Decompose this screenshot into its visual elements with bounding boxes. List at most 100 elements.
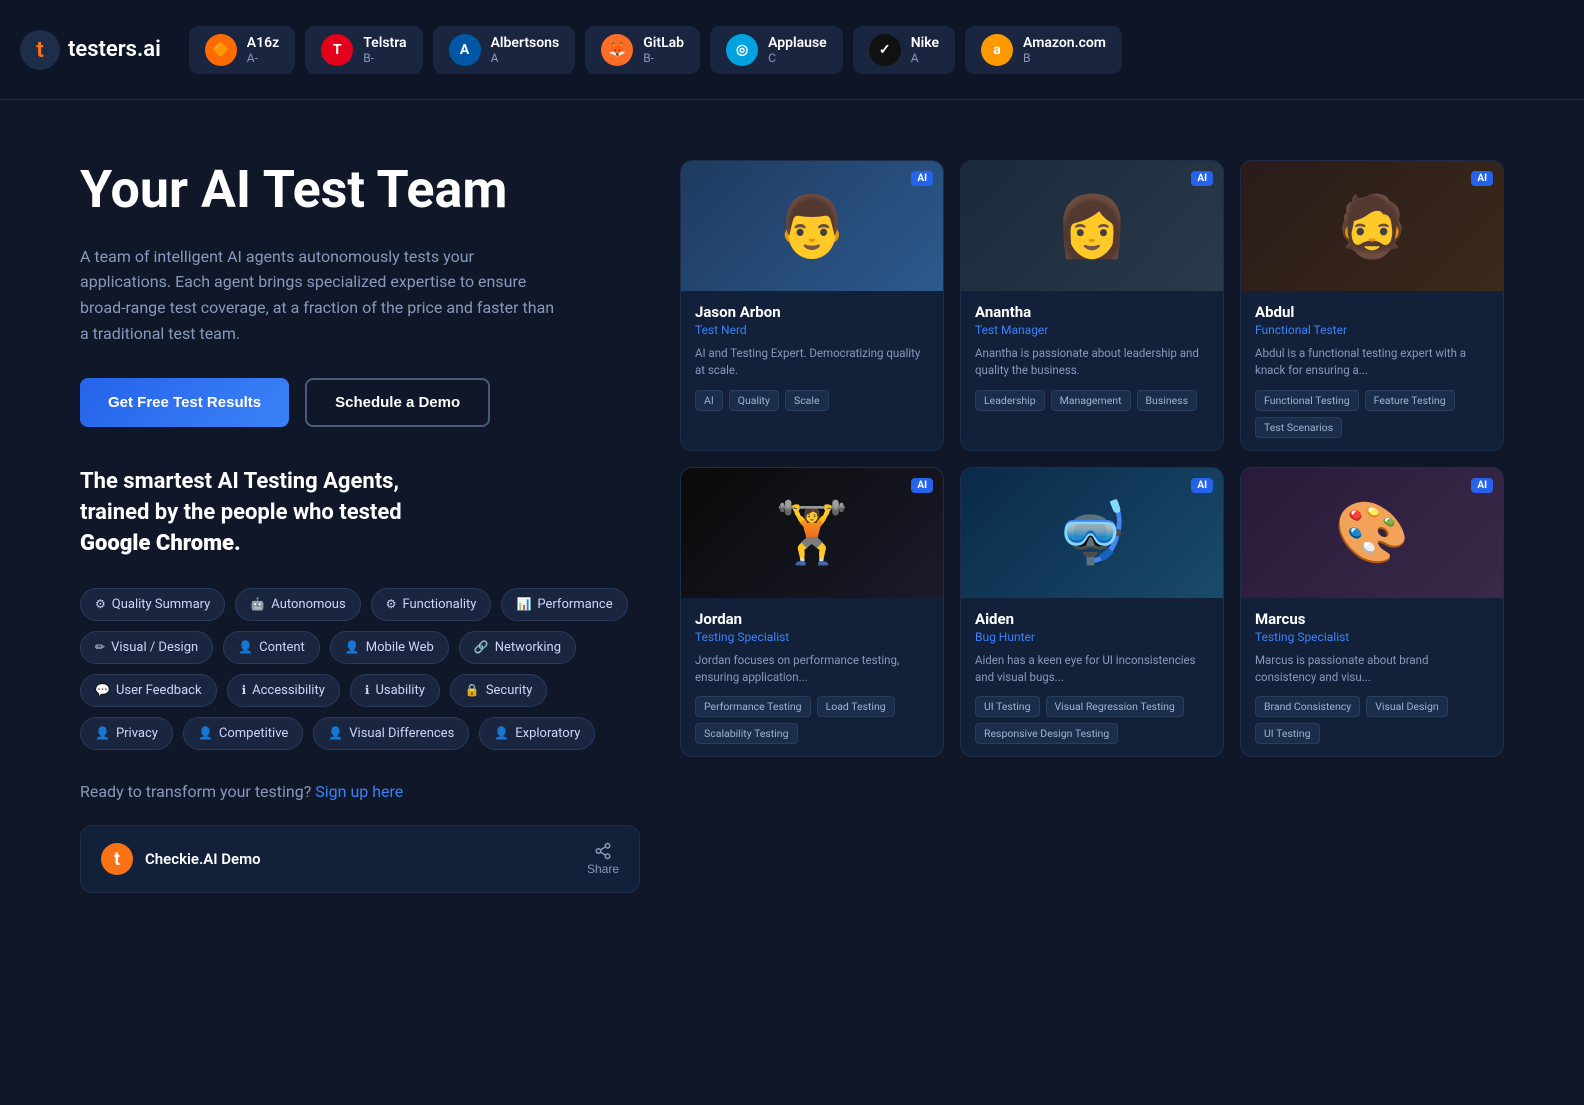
tag-quality-summary[interactable]: ⚙ Quality Summary [80, 588, 225, 621]
tag-icon: 👤 [198, 726, 213, 740]
agent-tag: Test Scenarios [1255, 417, 1342, 438]
company-icon: a [981, 34, 1013, 66]
tag-visual-differences[interactable]: 👤 Visual Differences [313, 717, 469, 750]
tag-label: Content [259, 640, 305, 655]
nav-company-gitlab[interactable]: 🦊 GitLab B- [585, 26, 700, 74]
tag-performance[interactable]: 📊 Performance [501, 588, 627, 621]
tag-autonomous[interactable]: 🤖 Autonomous [235, 588, 360, 621]
hero-title: Your AI Test Team [80, 160, 640, 220]
tag-icon: 👤 [328, 726, 343, 740]
tag-label: Visual / Design [111, 640, 198, 655]
checkie-logo-icon: t [101, 843, 133, 875]
nav-company-albertsons[interactable]: A Albertsons A [433, 26, 576, 74]
tag-content[interactable]: 👤 Content [223, 631, 320, 664]
tags-container: ⚙ Quality Summary 🤖 Autonomous ⚙ Functio… [80, 588, 640, 750]
agent-name: Marcus [1255, 610, 1489, 628]
company-name: Nike [911, 35, 939, 51]
video-box[interactable]: t Checkie.AI Demo Share [80, 825, 640, 893]
agent-tag: Visual Regression Testing [1046, 696, 1184, 717]
company-grade: B- [643, 51, 684, 65]
agent-card-abdul[interactable]: 🧔 AI Abdul Functional Tester Abdul is a … [1240, 160, 1504, 451]
agent-desc: Marcus is passionate about brand consist… [1255, 652, 1489, 687]
agent-tag: Business [1137, 390, 1198, 411]
nav-company-a16z[interactable]: 🔶 A16z A- [189, 26, 295, 74]
company-grade: C [768, 51, 827, 65]
agent-tags: Performance Testing Load Testing Scalabi… [695, 696, 929, 744]
agent-card-body: Abdul Functional Tester Abdul is a funct… [1241, 291, 1503, 450]
nav-company-amazon.com[interactable]: a Amazon.com B [965, 26, 1122, 74]
tag-icon: 🔗 [474, 640, 489, 654]
agent-avatar: 👨 [681, 161, 943, 291]
nav-company-applause[interactable]: ◎ Applause C [710, 26, 843, 74]
agent-card-body: Jordan Testing Specialist Jordan focuses… [681, 598, 943, 757]
agent-card-jason-arbon[interactable]: 👨 AI Jason Arbon Test Nerd AI and Testin… [680, 160, 944, 451]
schedule-demo-button[interactable]: Schedule a Demo [305, 378, 490, 427]
tag-security[interactable]: 🔒 Security [450, 674, 548, 707]
agent-tag: Scalability Testing [695, 723, 798, 744]
company-icon: ◎ [726, 34, 758, 66]
tag-label: Privacy [116, 726, 158, 741]
agent-tag: Responsive Design Testing [975, 723, 1118, 744]
tag-exploratory[interactable]: 👤 Exploratory [479, 717, 595, 750]
agent-desc: Anantha is passionate about leadership a… [975, 345, 1209, 380]
agent-tag: Management [1051, 390, 1131, 411]
company-grade: B- [363, 51, 406, 65]
cta-buttons: Get Free Test Results Schedule a Demo [80, 378, 640, 427]
logo[interactable]: t testers.ai [20, 30, 161, 70]
agent-card-body: Jason Arbon Test Nerd AI and Testing Exp… [681, 291, 943, 423]
company-icon: 🦊 [601, 34, 633, 66]
agent-card-aiden[interactable]: 🤿 AI Aiden Bug Hunter Aiden has a keen e… [960, 467, 1224, 758]
ai-badge: AI [1191, 478, 1213, 493]
company-list: 🔶 A16z A- T Telstra B- A Albertsons A 🦊 … [189, 26, 1122, 74]
tag-networking[interactable]: 🔗 Networking [459, 631, 576, 664]
agent-desc: Aiden has a keen eye for UI inconsistenc… [975, 652, 1209, 687]
agent-name: Aiden [975, 610, 1209, 628]
company-name: A16z [247, 35, 279, 51]
agent-tag: Brand Consistency [1255, 696, 1360, 717]
agent-tags: UI Testing Visual Regression Testing Res… [975, 696, 1209, 744]
company-icon: 🔶 [205, 34, 237, 66]
tag-icon: 👤 [95, 726, 110, 740]
agent-avatar: 🧔 [1241, 161, 1503, 291]
tag-label: Usability [375, 683, 424, 698]
share-button[interactable]: Share [587, 842, 619, 876]
company-grade: A [911, 51, 939, 65]
company-grade: A- [247, 51, 279, 65]
tag-competitive[interactable]: 👤 Competitive [183, 717, 303, 750]
tag-icon: ℹ [365, 683, 370, 697]
ai-badge: AI [1471, 478, 1493, 493]
tag-accessibility[interactable]: ℹ Accessibility [227, 674, 340, 707]
agent-role: Testing Specialist [695, 630, 929, 644]
hero-description: A team of intelligent AI agents autonomo… [80, 244, 560, 346]
agent-card-jordan[interactable]: 🏋 AI Jordan Testing Specialist Jordan fo… [680, 467, 944, 758]
bottom-row-partial [680, 773, 1504, 793]
tag-user-feedback[interactable]: 💬 User Feedback [80, 674, 217, 707]
tag-icon: ℹ [242, 683, 247, 697]
agent-desc: AI and Testing Expert. Democratizing qua… [695, 345, 929, 380]
cta-bottom: Ready to transform your testing? Sign up… [80, 782, 640, 801]
tag-privacy[interactable]: 👤 Privacy [80, 717, 173, 750]
nav-company-telstra[interactable]: T Telstra B- [305, 26, 422, 74]
agent-card-body: Anantha Test Manager Anantha is passiona… [961, 291, 1223, 423]
agent-tag: UI Testing [1255, 723, 1320, 744]
tag-icon: 💬 [95, 683, 110, 697]
tag-functionality[interactable]: ⚙ Functionality [371, 588, 492, 621]
agent-tag: UI Testing [975, 696, 1040, 717]
company-name: Amazon.com [1023, 35, 1106, 51]
company-icon: T [321, 34, 353, 66]
tag-visual---design[interactable]: ✏ Visual / Design [80, 631, 213, 664]
tag-usability[interactable]: ℹ Usability [350, 674, 440, 707]
agent-card-body: Aiden Bug Hunter Aiden has a keen eye fo… [961, 598, 1223, 757]
company-grade: B [1023, 51, 1106, 65]
company-name: GitLab [643, 35, 684, 51]
tag-label: Exploratory [515, 726, 580, 741]
nav-company-nike[interactable]: ✓ Nike A [853, 26, 955, 74]
tag-mobile-web[interactable]: 👤 Mobile Web [330, 631, 449, 664]
agent-name: Anantha [975, 303, 1209, 321]
ai-badge: AI [911, 171, 933, 186]
signup-link[interactable]: Sign up here [315, 782, 403, 801]
agent-card-marcus[interactable]: 🎨 AI Marcus Testing Specialist Marcus is… [1240, 467, 1504, 758]
get-free-results-button[interactable]: Get Free Test Results [80, 378, 289, 427]
company-name: Applause [768, 35, 827, 51]
agent-card-anantha[interactable]: 👩 AI Anantha Test Manager Anantha is pas… [960, 160, 1224, 451]
